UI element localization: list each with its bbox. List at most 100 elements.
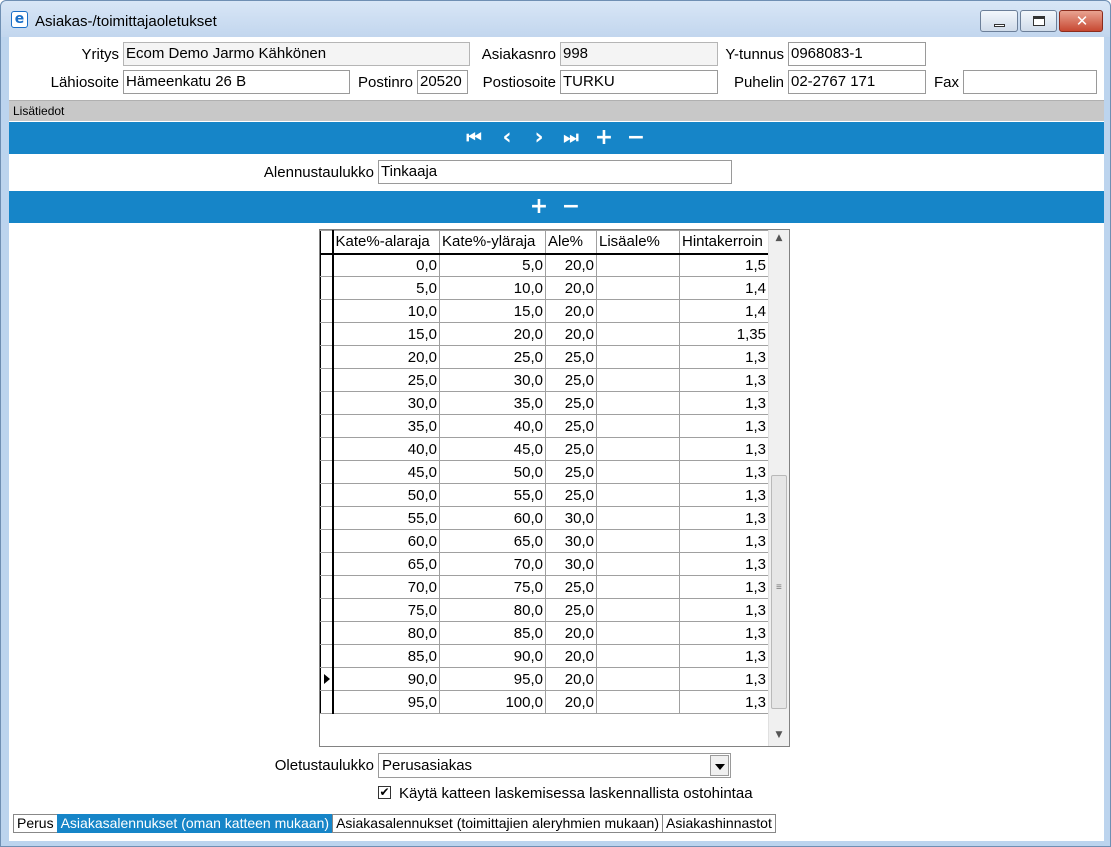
cell-lisaale[interactable] — [596, 299, 680, 323]
cell-kate-alaraja[interactable]: 15,0 — [332, 322, 440, 346]
scroll-thumb[interactable]: ≡ — [771, 475, 787, 709]
cell-lisaale[interactable] — [596, 368, 680, 392]
cell-kate-alaraja[interactable]: 0,0 — [332, 253, 440, 277]
postiosoite-field[interactable]: TURKU — [560, 70, 718, 94]
col-kate-alaraja[interactable]: Kate%-alaraja — [332, 230, 440, 255]
cell-ale[interactable]: 25,0 — [545, 368, 597, 392]
tab-asiakashinnastot[interactable]: Asiakashinnastot — [662, 814, 776, 833]
cell-lisaale[interactable] — [596, 506, 680, 530]
cell-hintakerroin[interactable]: 1,3 — [679, 391, 769, 415]
cell-hintakerroin[interactable]: 1,3 — [679, 345, 769, 369]
cell-kate-alaraja[interactable]: 10,0 — [332, 299, 440, 323]
cell-kate-ylaraja[interactable]: 80,0 — [439, 598, 546, 622]
cell-ale[interactable]: 25,0 — [545, 575, 597, 599]
cell-lisaale[interactable] — [596, 460, 680, 484]
table-row[interactable]: 45,0 50,0 25,0 1,3 — [320, 460, 769, 484]
row-selector[interactable] — [320, 345, 334, 369]
cell-ale[interactable]: 30,0 — [545, 552, 597, 576]
cell-hintakerroin[interactable]: 1,3 — [679, 414, 769, 438]
cell-ale[interactable]: 30,0 — [545, 529, 597, 553]
discount-grid[interactable]: Kate%-alaraja Kate%-yläraja Ale% Lisäale… — [319, 229, 790, 747]
table-row[interactable]: 70,0 75,0 25,0 1,3 — [320, 575, 769, 599]
first-record-icon[interactable]: ⏮ — [462, 122, 486, 154]
ytunnus-field[interactable]: 0968083-1 — [788, 42, 926, 66]
cell-kate-ylaraja[interactable]: 15,0 — [439, 299, 546, 323]
fax-field[interactable] — [963, 70, 1097, 94]
lahiosoite-field[interactable]: Hämeenkatu 26 B — [123, 70, 350, 94]
dropdown-button[interactable] — [710, 755, 729, 776]
col-lisaale[interactable]: Lisäale% — [596, 230, 680, 255]
cell-kate-ylaraja[interactable]: 25,0 — [439, 345, 546, 369]
cell-lisaale[interactable] — [596, 598, 680, 622]
cell-hintakerroin[interactable]: 1,3 — [679, 529, 769, 553]
cell-lisaale[interactable] — [596, 667, 680, 691]
row-selector[interactable] — [320, 483, 334, 507]
cell-ale[interactable]: 25,0 — [545, 598, 597, 622]
row-selector[interactable] — [320, 644, 334, 668]
cell-ale[interactable]: 25,0 — [545, 460, 597, 484]
cell-lisaale[interactable] — [596, 621, 680, 645]
table-row[interactable]: 80,0 85,0 20,0 1,3 — [320, 621, 769, 645]
cell-lisaale[interactable] — [596, 575, 680, 599]
cell-hintakerroin[interactable]: 1,3 — [679, 598, 769, 622]
row-selector[interactable] — [320, 598, 334, 622]
cell-ale[interactable]: 20,0 — [545, 667, 597, 691]
cell-kate-ylaraja[interactable]: 90,0 — [439, 644, 546, 668]
cell-ale[interactable]: 20,0 — [545, 276, 597, 300]
cell-kate-alaraja[interactable]: 90,0 — [332, 667, 440, 691]
cell-kate-ylaraja[interactable]: 75,0 — [439, 575, 546, 599]
cell-kate-ylaraja[interactable]: 60,0 — [439, 506, 546, 530]
cell-hintakerroin[interactable]: 1,3 — [679, 368, 769, 392]
maximize-button[interactable] — [1020, 10, 1057, 32]
cell-kate-alaraja[interactable]: 60,0 — [332, 529, 440, 553]
table-row[interactable]: 15,0 20,0 20,0 1,35 — [320, 322, 769, 346]
table-row[interactable]: 30,0 35,0 25,0 1,3 — [320, 391, 769, 415]
minimize-button[interactable] — [980, 10, 1018, 32]
cell-kate-alaraja[interactable]: 75,0 — [332, 598, 440, 622]
cell-lisaale[interactable] — [596, 345, 680, 369]
row-selector[interactable] — [320, 621, 334, 645]
cell-kate-ylaraja[interactable]: 65,0 — [439, 529, 546, 553]
table-row[interactable]: 0,0 5,0 20,0 1,5 — [320, 253, 769, 277]
cell-kate-ylaraja[interactable]: 20,0 — [439, 322, 546, 346]
cell-kate-ylaraja[interactable]: 10,0 — [439, 276, 546, 300]
table-row[interactable]: 5,0 10,0 20,0 1,4 — [320, 276, 769, 300]
alennustaulukko-field[interactable]: Tinkaaja — [378, 160, 732, 184]
row-selector[interactable] — [320, 276, 334, 300]
row-selector[interactable] — [320, 368, 334, 392]
add-record-icon[interactable]: + — [592, 122, 616, 154]
title-bar[interactable]: e Asiakas-/toimittajaoletukset ✕ — [1, 1, 1110, 37]
table-row[interactable]: 50,0 55,0 25,0 1,3 — [320, 483, 769, 507]
cell-lisaale[interactable] — [596, 391, 680, 415]
close-button[interactable]: ✕ — [1059, 10, 1103, 32]
cell-lisaale[interactable] — [596, 253, 680, 277]
grid-scrollbar[interactable]: ▲ ≡ ▼ — [768, 230, 789, 746]
table-row[interactable]: 40,0 45,0 25,0 1,3 — [320, 437, 769, 461]
cell-kate-alaraja[interactable]: 5,0 — [332, 276, 440, 300]
table-row[interactable]: 10,0 15,0 20,0 1,4 — [320, 299, 769, 323]
last-record-icon[interactable]: ⏭ — [559, 122, 583, 154]
cell-hintakerroin[interactable]: 1,3 — [679, 667, 769, 691]
table-row[interactable]: 20,0 25,0 25,0 1,3 — [320, 345, 769, 369]
laskennallinen-ostohinta-checkbox[interactable]: ✔ — [378, 786, 391, 799]
cell-kate-ylaraja[interactable]: 50,0 — [439, 460, 546, 484]
row-selector[interactable] — [320, 575, 334, 599]
cell-lisaale[interactable] — [596, 644, 680, 668]
cell-ale[interactable]: 20,0 — [545, 621, 597, 645]
scroll-down-icon[interactable]: ▼ — [769, 727, 789, 744]
cell-kate-ylaraja[interactable]: 100,0 — [439, 690, 546, 714]
cell-lisaale[interactable] — [596, 552, 680, 576]
cell-hintakerroin[interactable]: 1,3 — [679, 575, 769, 599]
cell-kate-ylaraja[interactable]: 30,0 — [439, 368, 546, 392]
cell-hintakerroin[interactable]: 1,4 — [679, 299, 769, 323]
cell-kate-ylaraja[interactable]: 70,0 — [439, 552, 546, 576]
puhelin-field[interactable]: 02-2767 171 — [788, 70, 926, 94]
tab-asiakasalennukset-aleryhmat[interactable]: Asiakasalennukset (toimittajien aleryhmi… — [332, 814, 662, 833]
cell-hintakerroin[interactable]: 1,5 — [679, 253, 769, 277]
cell-ale[interactable]: 20,0 — [545, 322, 597, 346]
cell-hintakerroin[interactable]: 1,3 — [679, 483, 769, 507]
row-selector[interactable] — [320, 391, 334, 415]
cell-hintakerroin[interactable]: 1,3 — [679, 552, 769, 576]
cell-hintakerroin[interactable]: 1,35 — [679, 322, 769, 346]
table-row[interactable]: 90,0 95,0 20,0 1,3 — [320, 667, 769, 691]
